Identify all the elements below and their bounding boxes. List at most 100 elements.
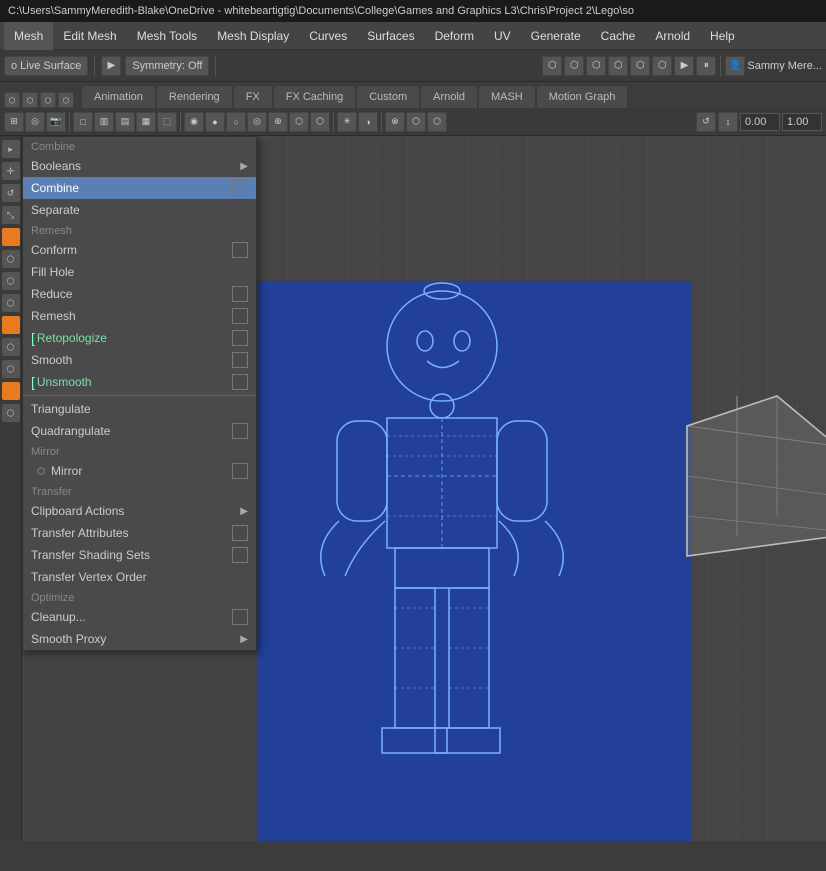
rot-icon[interactable]: ↺ [696, 112, 716, 132]
menu-help[interactable]: Help [700, 22, 745, 50]
menu-generate[interactable]: Generate [521, 22, 591, 50]
tab-mash[interactable]: MASH [479, 86, 535, 108]
menu-item-remesh[interactable]: Remesh [23, 305, 256, 327]
transfer-shading-sets-box [232, 547, 248, 563]
menu-item-combine[interactable]: Combine [23, 177, 256, 199]
menu-item-mirror[interactable]: ⬡ Mirror [23, 460, 256, 482]
menu-uv[interactable]: UV [484, 22, 521, 50]
shading-3[interactable]: ○ [226, 112, 246, 132]
shading-1[interactable]: ◉ [184, 112, 204, 132]
sidebar-icon-13[interactable]: ⬡ [2, 404, 20, 422]
view-icon-5[interactable]: ⬚ [157, 112, 177, 132]
tab-icon-4[interactable]: ⬡ [58, 92, 74, 108]
menu-item-retopologize[interactable]: [ Retopologize [23, 327, 256, 349]
tab-arnold[interactable]: Arnold [421, 86, 477, 108]
light-icon-2[interactable]: ◑ [358, 112, 378, 132]
shading-6[interactable]: ⬡ [289, 112, 309, 132]
menu-item-smooth-proxy[interactable]: Smooth Proxy ▶ [23, 628, 256, 650]
render-icon[interactable]: ◎ [25, 112, 45, 132]
menu-item-fill-hole[interactable]: Fill Hole [23, 261, 256, 283]
sidebar-icon-12[interactable] [2, 382, 20, 400]
menu-item-booleans[interactable]: Booleans ▶ [23, 155, 256, 177]
menu-mesh[interactable]: Mesh [4, 22, 53, 50]
xray-icon[interactable]: ⊗ [385, 112, 405, 132]
menu-surfaces[interactable]: Surfaces [357, 22, 424, 50]
tab-icon-1[interactable]: ⬡ [4, 92, 20, 108]
section-header-remesh: Remesh [23, 221, 256, 239]
symmetry-btn[interactable]: Symmetry: Off [125, 56, 209, 76]
menu-item-cleanup[interactable]: Cleanup... [23, 606, 256, 628]
pause-btn[interactable]: ⏸ [696, 56, 716, 76]
menu-cache[interactable]: Cache [591, 22, 646, 50]
shading-7[interactable]: ⬡ [310, 112, 330, 132]
menu-item-smooth[interactable]: Smooth [23, 349, 256, 371]
sidebar-icon-7[interactable]: ⬡ [2, 272, 20, 290]
sidebar-icon-10[interactable]: ⬡ [2, 338, 20, 356]
tab-fx-caching[interactable]: FX Caching [274, 86, 355, 108]
icon-toolbar: ⊞ ◎ 📷 □ ▥ ▤ ▦ ⬚ ◉ ● ○ ◎ ⊕ ⬡ ⬡ ☀ ◑ ⊗ ⬡ ⬡ … [0, 108, 826, 136]
sidebar-icon-9[interactable] [2, 316, 20, 334]
sidebar-move-icon[interactable]: ✛ [2, 162, 20, 180]
menu-item-quadrangulate[interactable]: Quadrangulate [23, 420, 256, 442]
icon-btn-3[interactable]: ⬡ [586, 56, 606, 76]
user-icon[interactable]: 👤 [725, 56, 745, 76]
icon-btn-6[interactable]: ⬡ [652, 56, 672, 76]
view-icon-3[interactable]: ▤ [115, 112, 135, 132]
y-coord-input[interactable] [782, 113, 822, 131]
cam-icon[interactable]: 📷 [46, 112, 66, 132]
sidebar-rotate-icon[interactable]: ↺ [2, 184, 20, 202]
menu-item-triangulate[interactable]: Triangulate [23, 398, 256, 420]
sidebar-icon-5[interactable] [2, 228, 20, 246]
view-icon-1[interactable]: □ [73, 112, 93, 132]
menu-item-separate[interactable]: Separate [23, 199, 256, 221]
menu-item-clipboard-actions[interactable]: Clipboard Actions ▶ [23, 500, 256, 522]
menu-edit-mesh[interactable]: Edit Mesh [53, 22, 126, 50]
view-icon-4[interactable]: ▦ [136, 112, 156, 132]
tab-animation[interactable]: Animation [82, 86, 155, 108]
tab-icon-3[interactable]: ⬡ [40, 92, 56, 108]
view-icon-2[interactable]: ▥ [94, 112, 114, 132]
live-surface-btn[interactable]: o Live Surface [4, 56, 88, 76]
booleans-arrow: ▶ [240, 161, 248, 172]
fx-icon[interactable]: ⬡ [427, 112, 447, 132]
menu-item-transfer-shading-sets[interactable]: Transfer Shading Sets [23, 544, 256, 566]
tab-rendering[interactable]: Rendering [157, 86, 232, 108]
icon-btn-2[interactable]: ⬡ [564, 56, 584, 76]
play-btn[interactable]: ▶ [674, 56, 694, 76]
arrow-btn[interactable]: ▶ [101, 56, 121, 76]
menu-mesh-display[interactable]: Mesh Display [207, 22, 299, 50]
env-icon[interactable]: ⬡ [406, 112, 426, 132]
menu-item-transfer-vertex-order[interactable]: Transfer Vertex Order [23, 566, 256, 588]
icon-btn-1[interactable]: ⬡ [542, 56, 562, 76]
sidebar-icon-6[interactable]: ⬡ [2, 250, 20, 268]
menu-item-unsmooth[interactable]: [ Unsmooth [23, 371, 256, 393]
menu-deform[interactable]: Deform [425, 22, 484, 50]
viewport[interactable]: Combine Booleans ▶ Combine Separate Reme… [22, 136, 826, 841]
icon-btn-4[interactable]: ⬡ [608, 56, 628, 76]
light-icon[interactable]: ☀ [337, 112, 357, 132]
tab-custom[interactable]: Custom [357, 86, 419, 108]
tab-icon-2[interactable]: ⬡ [22, 92, 38, 108]
menu-item-conform[interactable]: Conform [23, 239, 256, 261]
flip-icon[interactable]: ↕ [718, 112, 738, 132]
mirror-icon: ⬡ [31, 466, 51, 477]
menu-arnold[interactable]: Arnold [645, 22, 700, 50]
x-coord-input[interactable] [740, 113, 780, 131]
menu-bar: Mesh Edit Mesh Mesh Tools Mesh Display C… [0, 22, 826, 50]
sidebar-scale-icon[interactable]: ⤡ [2, 206, 20, 224]
sidebar-icon-8[interactable]: ⬡ [2, 294, 20, 312]
shading-5[interactable]: ⊕ [268, 112, 288, 132]
sidebar-select-icon[interactable]: ▸ [2, 140, 20, 158]
sidebar-icon-11[interactable]: ⬡ [2, 360, 20, 378]
menu-mesh-tools[interactable]: Mesh Tools [127, 22, 207, 50]
tab-motion-graph[interactable]: Motion Graph [537, 86, 628, 108]
shading-2[interactable]: ● [205, 112, 225, 132]
menu-curves[interactable]: Curves [299, 22, 357, 50]
icon-btn-5[interactable]: ⬡ [630, 56, 650, 76]
shading-4[interactable]: ◎ [247, 112, 267, 132]
icon-sep-4 [381, 112, 382, 132]
tab-fx[interactable]: FX [234, 86, 272, 108]
grid-icon[interactable]: ⊞ [4, 112, 24, 132]
menu-item-reduce[interactable]: Reduce [23, 283, 256, 305]
menu-item-transfer-attributes[interactable]: Transfer Attributes [23, 522, 256, 544]
